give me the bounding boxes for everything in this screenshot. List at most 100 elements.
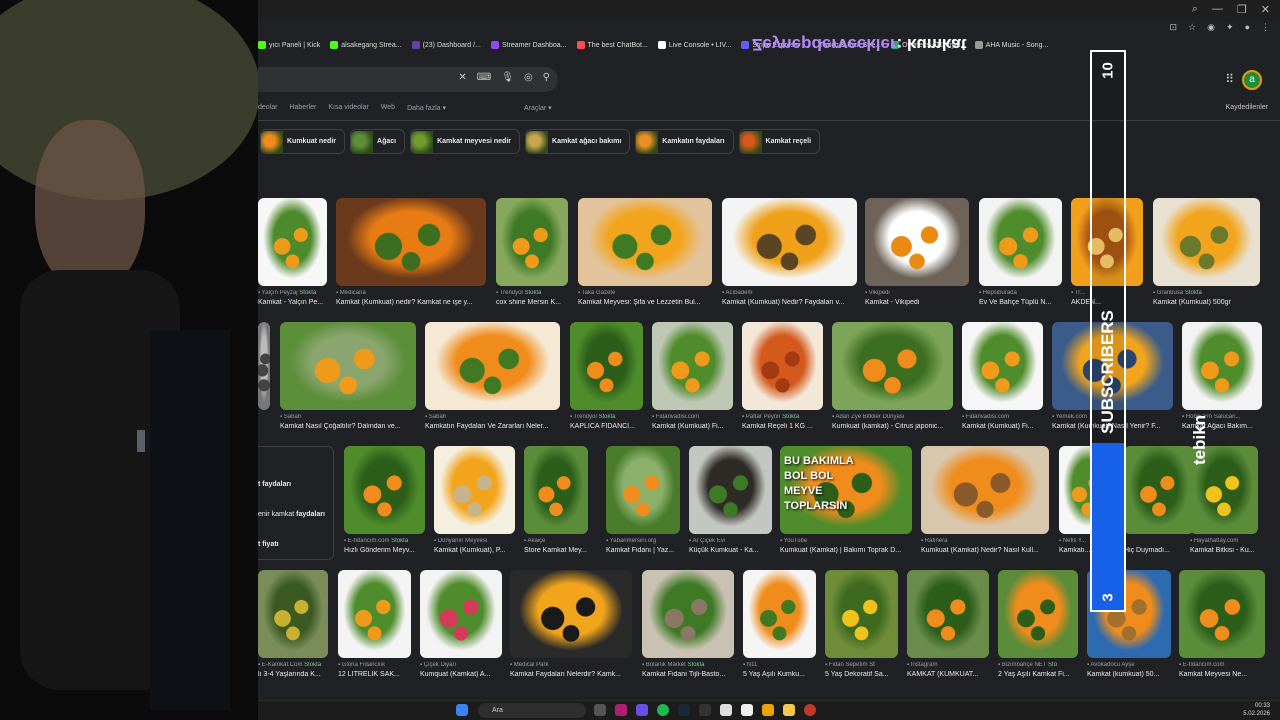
result-title[interactable]: Kamkat (Kumkuat) Fi... — [652, 423, 733, 430]
result-title[interactable]: 12 LİTRELİK SAK... — [338, 671, 411, 678]
image-result[interactable]: ▪ Akaiçe Store Kamkat Mey... — [524, 446, 588, 560]
image-result[interactable]: ▪ Trendyol Stokta cox shine Mersin K... — [496, 198, 568, 312]
image-thumbnail[interactable] — [510, 570, 632, 658]
result-title[interactable]: KAPLICA FİDANCI... — [570, 423, 643, 430]
clear-icon[interactable]: ✕ — [458, 72, 466, 83]
image-thumbnail[interactable] — [578, 198, 712, 286]
image-thumbnail[interactable] — [496, 198, 568, 286]
result-title[interactable]: Store Kamkat Mey... — [524, 547, 588, 554]
image-thumbnail[interactable] — [420, 570, 502, 658]
search-icon[interactable]: ⚲ — [543, 72, 550, 83]
result-title[interactable]: Kamkat Reçeli 1 KG ... — [742, 423, 823, 430]
image-thumbnail[interactable] — [825, 570, 898, 658]
search-tabs-icon[interactable]: ⌕ — [1192, 3, 1198, 16]
spotify-icon[interactable] — [657, 704, 669, 716]
result-title[interactable]: Kamkat Meyvesi: Şifa ve Lezzetin Bul... — [578, 299, 712, 306]
app-icon[interactable] — [636, 704, 648, 716]
image-result[interactable]: ▪ Trendyol Stokta KAPLICA FİDANCI... — [570, 322, 643, 436]
image-result[interactable]: Hiç Duymadı... — [1124, 446, 1194, 560]
image-result[interactable]: ▪ Sabah Kamkat Nasıl Çoğaltılır? Dalında… — [280, 322, 416, 436]
search-input[interactable]: ✕ ⌨ 🎙 ◎ ⚲ — [258, 67, 558, 92]
image-thumbnail[interactable] — [642, 570, 734, 658]
bookmark-item[interactable]: Streamer Dashboa... — [490, 41, 567, 49]
result-title[interactable]: Kamkat (Kumkuat), P... — [434, 547, 515, 554]
image-result[interactable]: ▪ Fidanvadisi.com Kamkat (Kumkuat) Fi... — [652, 322, 733, 436]
result-title[interactable]: KAMKAT (KUMKUAT... — [907, 671, 989, 678]
image-result[interactable]: ▪ Dünyanın Meyvesi Kamkat (Kumkuat), P..… — [434, 446, 515, 560]
image-result[interactable]: ▪ Adan Zye Bitkiler Dünyası Kumkuat (kam… — [832, 322, 953, 436]
image-thumbnail[interactable] — [921, 446, 1049, 534]
bookmark-item[interactable]: yıcı Paneli | Kick — [258, 41, 320, 49]
refinement-chip[interactable]: Ağacı — [350, 129, 406, 154]
profile-icon[interactable]: ● — [1245, 22, 1250, 33]
result-title[interactable]: Kamkat Nasıl Çoğaltılır? Dalından ve... — [280, 423, 416, 430]
image-result[interactable]: ▪ Paftar Peynir Stokta Kamkat Reçeli 1 KG… — [742, 322, 823, 436]
app-icon[interactable] — [804, 704, 816, 716]
image-thumbnail[interactable] — [1153, 198, 1260, 286]
image-result[interactable]: ▪ Bizimbahçe NET Sto 2 Yaş Aşılı Kamkat F… — [998, 570, 1078, 684]
image-thumbnail[interactable] — [344, 446, 425, 534]
image-result[interactable]: ▪ Taka Gazete Kamkat Meyvesi: Şifa ve Le… — [578, 198, 712, 312]
menu-icon[interactable]: ⋮ — [1261, 22, 1270, 33]
taskview-icon[interactable] — [594, 704, 606, 716]
image-thumbnail[interactable] — [425, 322, 560, 410]
bookmark-star-icon[interactable]: ☆ — [1188, 22, 1196, 33]
image-result[interactable]: ▪ Botanik Market Stokta Kamkat Fidanı Tij… — [642, 570, 734, 684]
image-thumbnail[interactable] — [258, 570, 328, 658]
related-search-item[interactable]: enir kamkat faydaları — [258, 511, 325, 518]
result-title[interactable]: lı 3-4 Yaşlarında K... — [258, 671, 328, 678]
image-result[interactable]: ▪ E-Kamkat.Com Stokta lı 3-4 Yaşlarında K… — [258, 570, 328, 684]
image-result[interactable]: ▪ N11 5 Yaş Aşılı Kumku... — [743, 570, 816, 684]
result-title[interactable]: Kamkat Faydaları Nelerdir? Kamk... — [510, 671, 632, 678]
result-title[interactable]: Kamkat (Kumkuat) Nedir? Faydaları v... — [722, 299, 857, 306]
image-thumbnail[interactable] — [258, 322, 270, 410]
minimize-icon[interactable]: — — [1212, 3, 1223, 16]
bookmark-item[interactable]: alsakegang Strea... — [330, 41, 402, 49]
image-thumbnail[interactable] — [743, 570, 816, 658]
result-title[interactable]: 2 Yaş Aşılı Kamkat Fi... — [998, 671, 1078, 678]
result-title[interactable]: cox shine Mersin K... — [496, 299, 568, 306]
image-thumbnail[interactable] — [742, 322, 823, 410]
close-icon[interactable]: ✕ — [1261, 3, 1270, 16]
taskbar-search[interactable]: Ara — [478, 703, 586, 718]
image-thumbnail[interactable] — [338, 570, 411, 658]
app-icon[interactable] — [615, 704, 627, 716]
tools-button[interactable]: Araçlar ▾ — [524, 104, 552, 112]
extension-icon[interactable]: ⊡ — [1170, 22, 1178, 33]
image-result[interactable]: ▪ Vikipedi Kamkat - Vikipedi — [865, 198, 969, 312]
system-clock[interactable]: 00:33 5.02.2026 — [1243, 702, 1270, 718]
image-thumbnail[interactable] — [962, 322, 1043, 410]
image-thumbnail[interactable] — [280, 322, 416, 410]
microphone-icon[interactable]: 🎙 — [501, 72, 514, 83]
refinement-chip[interactable]: Kumkuat nedir — [260, 129, 346, 154]
search-tab[interactable]: deolar — [258, 104, 277, 112]
image-result[interactable]: ▪ Yabanmersini.org Kamkat Fidanı | Yaz..… — [606, 446, 680, 560]
result-title[interactable]: Kamkat Meyvesi Ne... — [1179, 671, 1265, 678]
result-title[interactable]: Kamkat Bitkisi - Ku... — [1190, 547, 1258, 554]
image-result[interactable]: ▪ Ar Çiçek Evi Küçük Kumkuat - Ka... — [689, 446, 772, 560]
image-result[interactable]: ▪ Medical Park Kamkat Faydaları Nelerdir… — [510, 570, 632, 684]
result-title[interactable]: Hızlı Gönderim Meyv... — [344, 547, 425, 554]
image-result[interactable]: ▪ Fidan Sepetim St 5 Yaş Dekoratif Sa... — [825, 570, 898, 684]
search-tab[interactable]: Kısa videolar — [328, 104, 368, 112]
image-result[interactable]: ▪ Fidanvadisi.com Kamkat (Kumkuat) Fi... — [962, 322, 1043, 436]
search-tab[interactable]: Web — [381, 104, 395, 112]
folder-icon[interactable] — [783, 704, 795, 716]
image-thumbnail[interactable] — [832, 322, 953, 410]
image-thumbnail[interactable] — [570, 322, 643, 410]
image-result[interactable]: ▪ E-fidancım.com Kamkat Meyvesi Ne... — [1179, 570, 1265, 684]
image-thumbnail[interactable] — [998, 570, 1078, 658]
image-result[interactable]: ▪ Rafinera Kumkuat (Kamkat) Nedir? Nasıl… — [921, 446, 1049, 560]
result-title[interactable]: Kamkat (Kumkuat) 500gr — [1153, 299, 1260, 306]
result-title[interactable]: Kamkat - Yalçın Pe... — [258, 299, 327, 306]
start-icon[interactable] — [456, 704, 468, 716]
image-thumbnail[interactable] — [606, 446, 680, 534]
image-thumbnail[interactable] — [652, 322, 733, 410]
result-title[interactable]: Kamkat Fidanı | Yaz... — [606, 547, 680, 554]
search-tab[interactable]: Haberler — [289, 104, 316, 112]
result-title[interactable]: Ev Ve Bahçe Tüplü N... — [979, 299, 1062, 306]
image-result[interactable]: ▪ Hepsiburada Ev Ve Bahçe Tüplü N... — [979, 198, 1062, 312]
refinement-chip[interactable]: Kamkat ağacı bakımı — [525, 129, 631, 154]
refinement-chip[interactable]: Kamkatın faydaları — [635, 129, 734, 154]
image-thumbnail[interactable] — [689, 446, 772, 534]
